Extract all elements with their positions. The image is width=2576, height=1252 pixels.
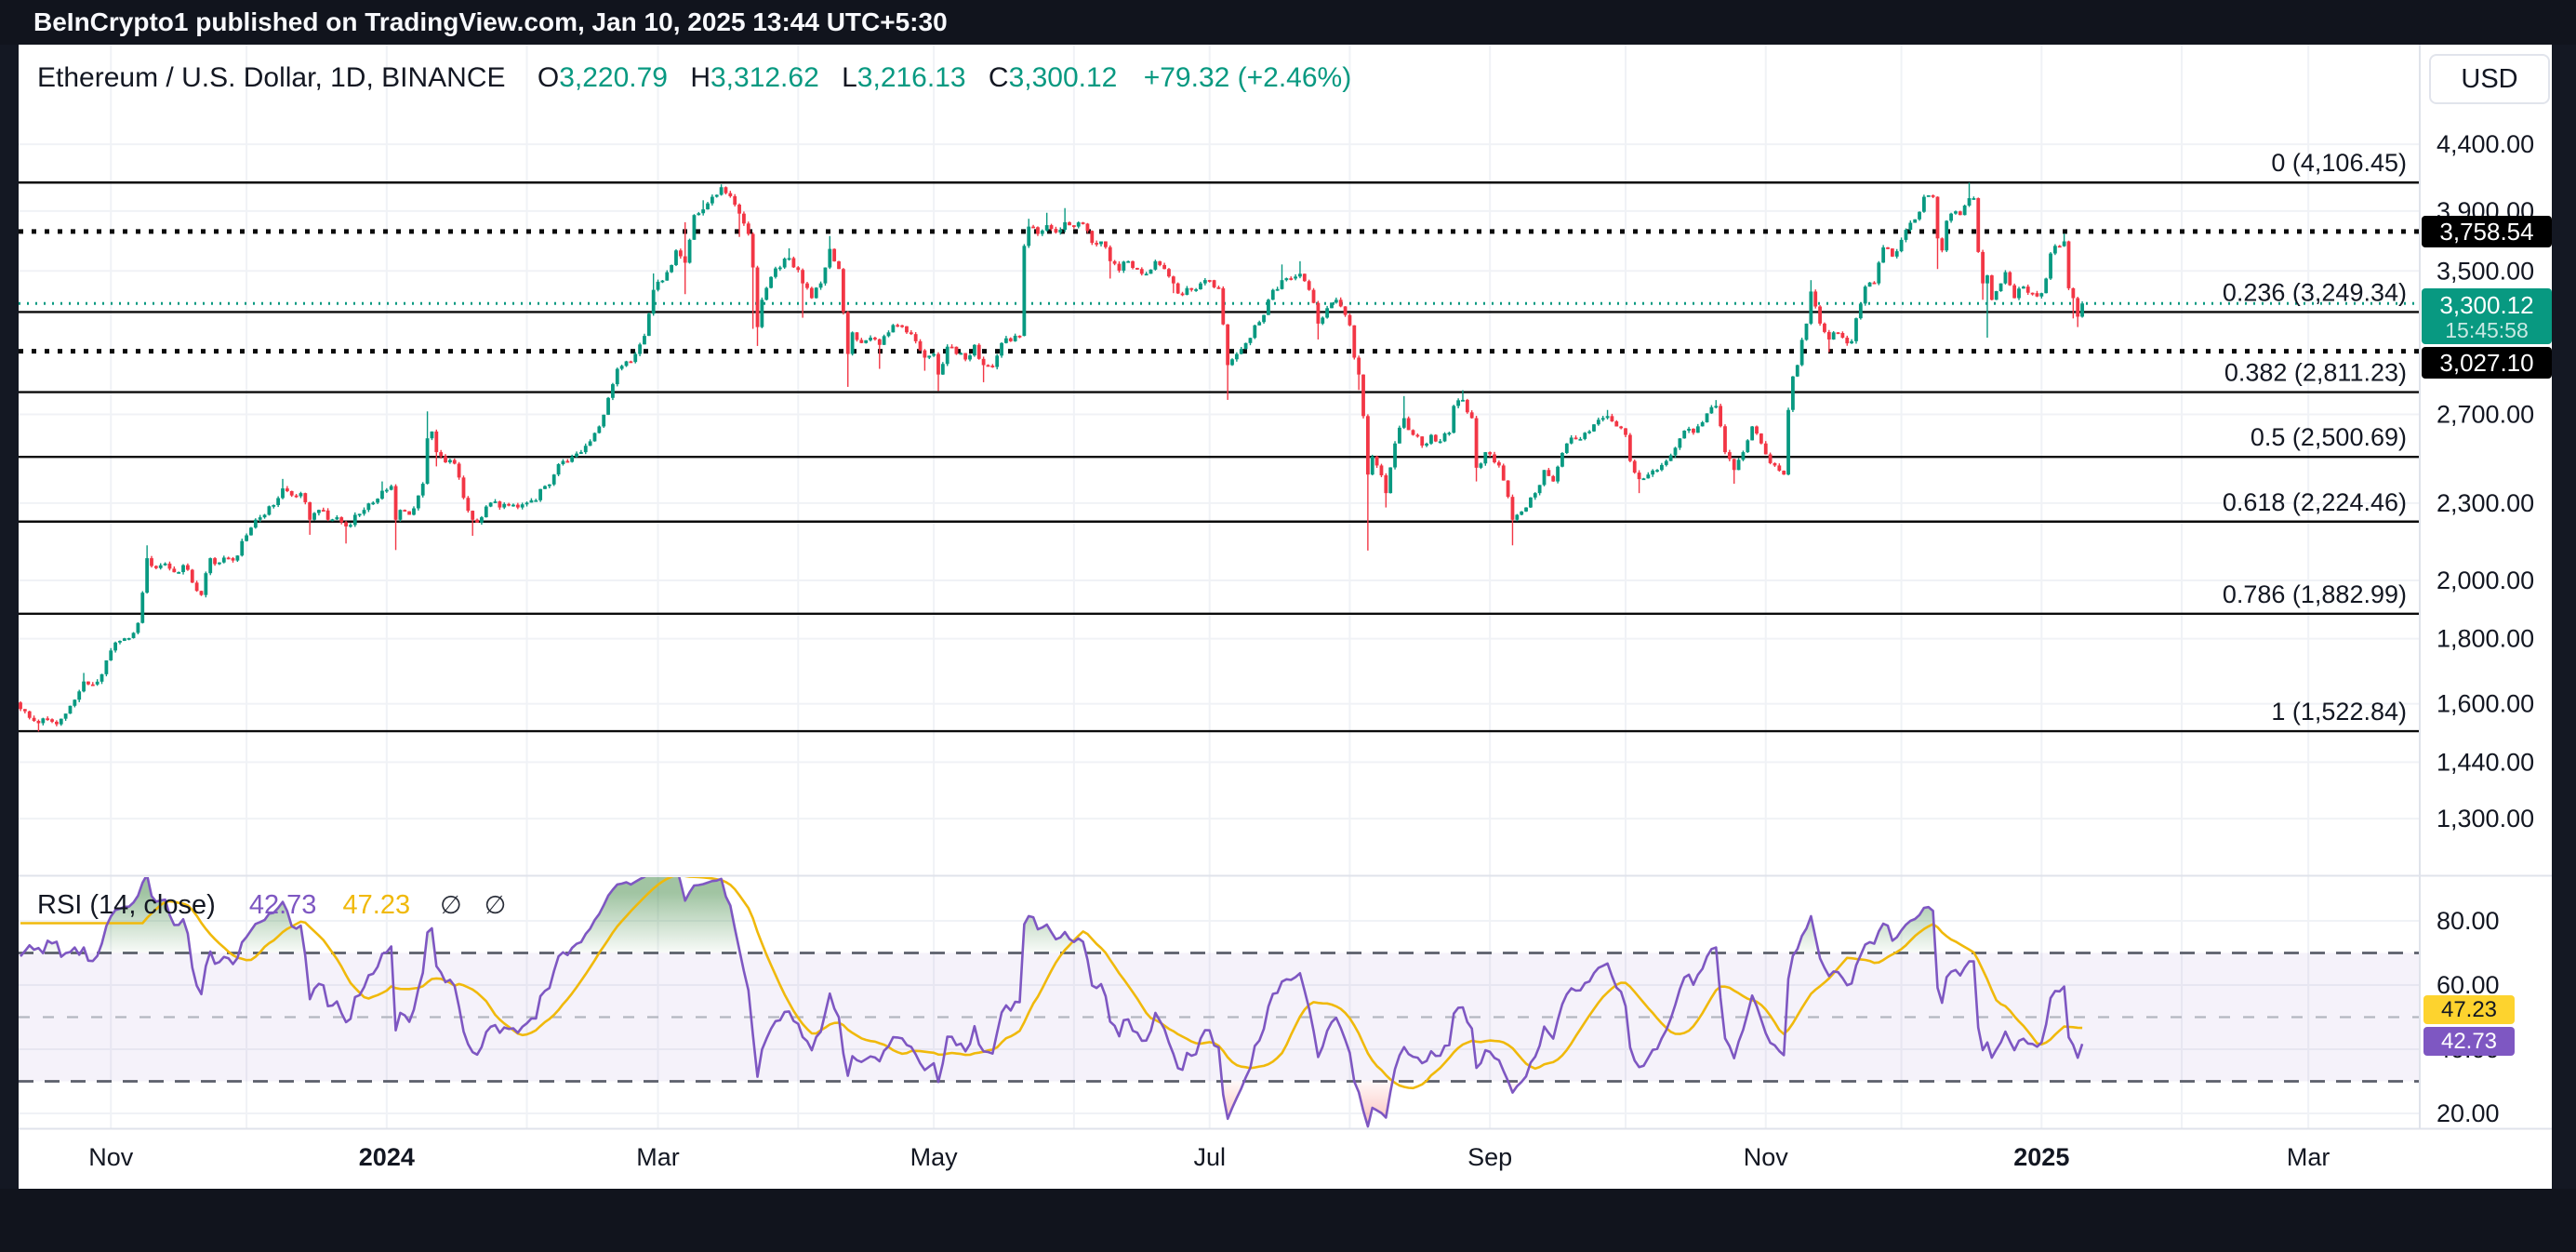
svg-text:Jul: Jul [1193,1143,1226,1171]
rsi-ma-badge: 47.23 [2423,995,2515,1024]
svg-text:0.786 (1,882.99): 0.786 (1,882.99) [2223,580,2407,608]
svg-text:2,300.00: 2,300.00 [2437,489,2534,517]
svg-text:4,400.00: 4,400.00 [2437,130,2534,158]
svg-text:2024: 2024 [359,1143,415,1171]
svg-text:2,000.00: 2,000.00 [2437,566,2534,594]
price-change: +79.32 (+2.46%) [1144,62,1352,93]
symbol-legend: Ethereum / U.S. Dollar, 1D, BINANCE O3,2… [37,61,1351,95]
empty-set-icon: ∅ [485,891,507,919]
svg-text:1,600.00: 1,600.00 [2437,690,2534,718]
empty-set-icon: ∅ [440,891,462,919]
symbol-title: Ethereum / U.S. Dollar, 1D, BINANCE [37,62,506,93]
svg-text:0.382 (2,811.23): 0.382 (2,811.23) [2224,359,2407,387]
svg-text:20.00: 20.00 [2437,1099,2500,1127]
fib-level-badge-3027: 3,027.10 [2422,347,2552,379]
svg-text:0 (4,106.45): 0 (4,106.45) [2271,149,2407,177]
fib-level-badge-3758: 3,758.54 [2422,216,2552,247]
svg-text:Sep: Sep [1467,1143,1512,1171]
ohlc-close: C3,300.12 [989,62,1117,93]
rsi-ma-value: 47.23 [343,890,411,920]
svg-text:Nov: Nov [88,1143,134,1171]
price-and-rsi-chart[interactable]: 4,400.003,900.003,500.002,700.002,300.00… [0,0,2576,1252]
rsi-legend: RSI (14, close) 42.73 47.23 ∅ ∅ [37,889,521,921]
footer-bar: TradingView [0,1189,2576,1252]
svg-text:1,440.00: 1,440.00 [2437,748,2534,776]
ohlc-high: H3,312.62 [690,62,818,93]
fib-lines [19,182,2420,731]
last-price: 3,300.12 [2422,292,2552,318]
last-price-badge: 3,300.12 15:45:58 [2422,288,2552,344]
bar-countdown: 15:45:58 [2422,318,2552,342]
ohlc-open: O3,220.79 [538,62,668,93]
svg-text:3,500.00: 3,500.00 [2437,257,2534,285]
svg-text:1,300.00: 1,300.00 [2437,805,2534,832]
rsi-value-badge: 42.73 [2423,1027,2515,1056]
svg-text:May: May [910,1143,959,1171]
svg-text:0.618 (2,224.46): 0.618 (2,224.46) [2223,488,2407,516]
svg-text:Mar: Mar [636,1143,680,1171]
rsi-title: RSI (14, close) [37,890,216,920]
tradingview-chart-window: BeInCrypto1 published on TradingView.com… [0,0,2576,1252]
svg-text:1 (1,522.84): 1 (1,522.84) [2271,698,2407,726]
rsi-value: 42.73 [249,890,317,920]
svg-text:1,800.00: 1,800.00 [2437,625,2534,653]
currency-toggle-button[interactable]: USD [2429,54,2550,104]
svg-text:0.236 (3,249.34): 0.236 (3,249.34) [2223,278,2407,306]
svg-text:Mar: Mar [2287,1143,2330,1171]
svg-text:80.00: 80.00 [2437,907,2500,935]
svg-text:2025: 2025 [2013,1143,2069,1171]
ohlc-low: L3,216.13 [842,62,965,93]
svg-text:0.5 (2,500.69): 0.5 (2,500.69) [2251,423,2407,451]
svg-text:Nov: Nov [1744,1143,1789,1171]
svg-text:2,700.00: 2,700.00 [2437,401,2534,429]
